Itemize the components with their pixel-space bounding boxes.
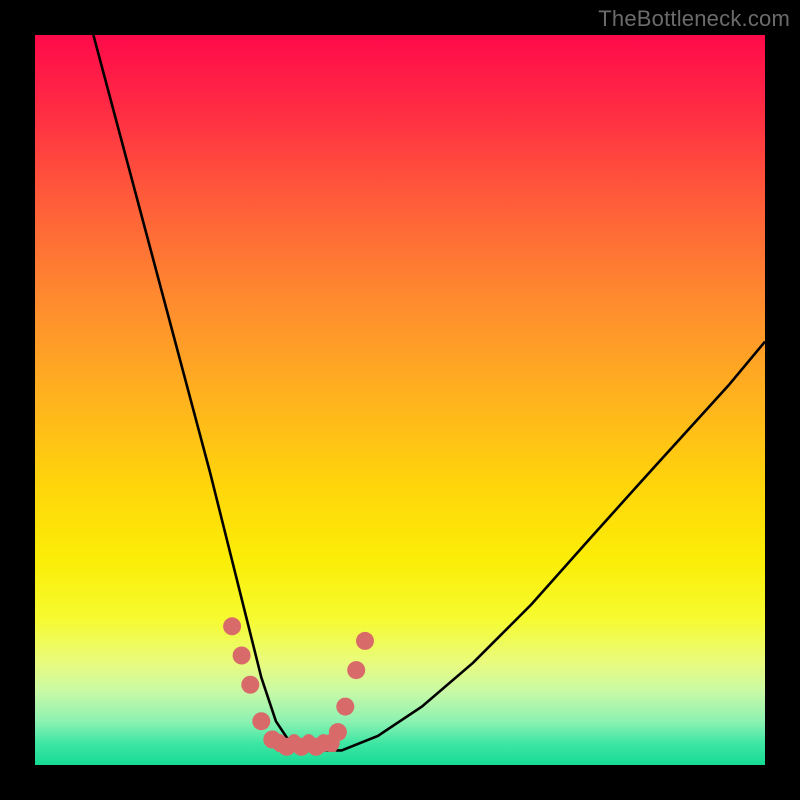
data-point [336,698,354,716]
data-points-group [223,617,374,756]
data-point [233,647,251,665]
data-point [347,661,365,679]
plot-area [35,35,765,765]
data-point-bar [301,734,316,752]
chart-frame: TheBottleneck.com [0,0,800,800]
data-point-bar [331,734,338,752]
data-point [252,712,270,730]
chart-svg [35,35,765,765]
data-point-bar [287,734,302,752]
data-point-bar [272,734,287,752]
watermark-text: TheBottleneck.com [598,6,790,32]
data-point-bar [316,734,331,752]
data-point [356,632,374,650]
data-point [241,676,259,694]
bottleneck-curve [93,35,765,750]
data-point [223,617,241,635]
